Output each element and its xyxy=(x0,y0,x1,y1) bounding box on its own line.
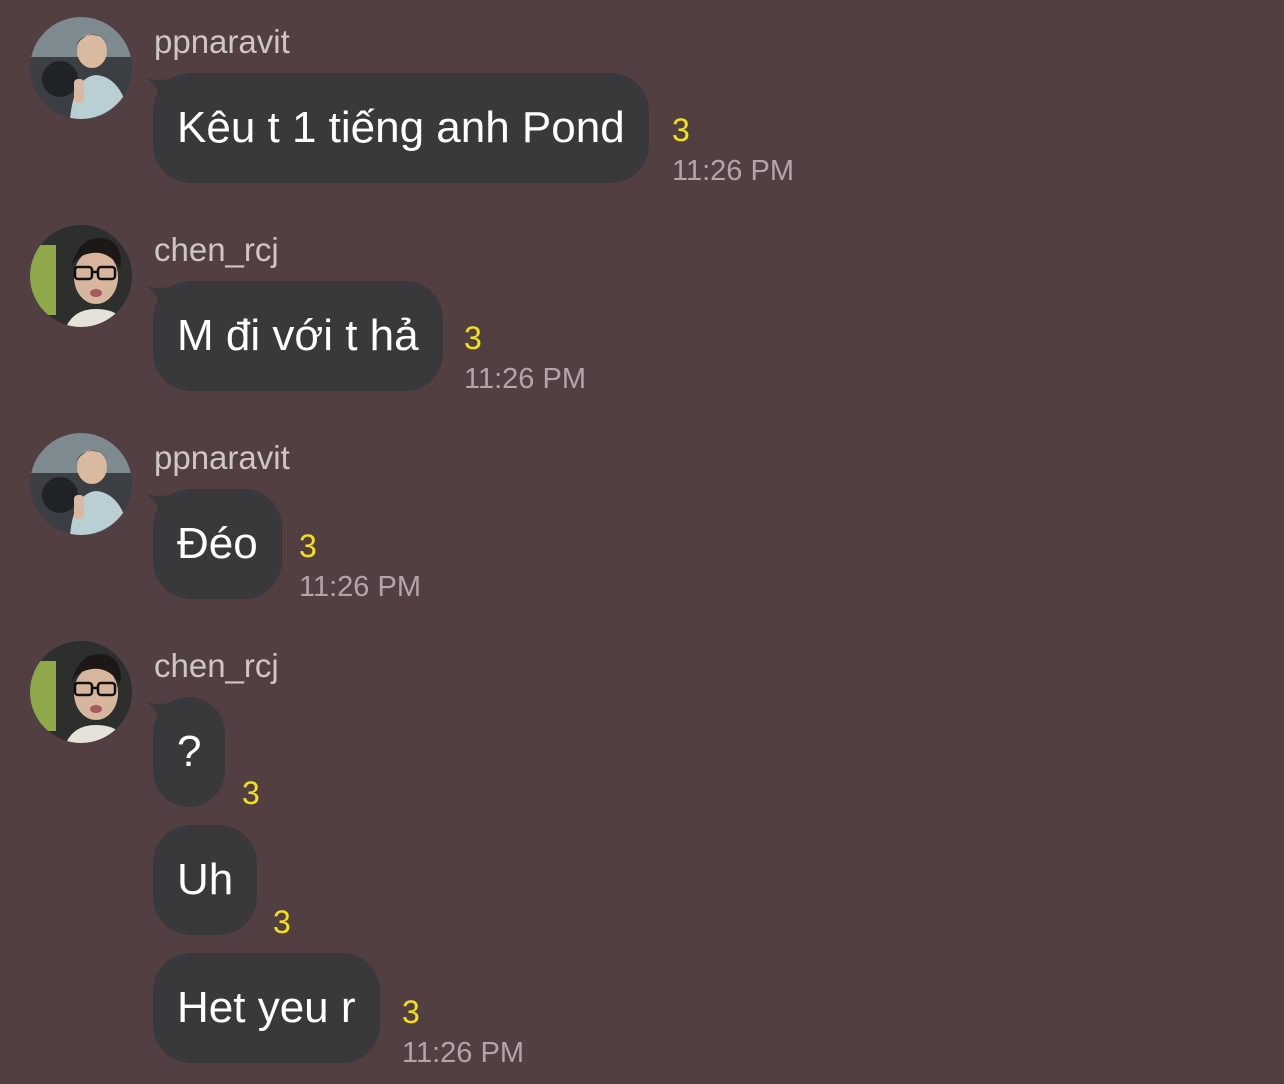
timestamp: 11:26 PM xyxy=(299,571,421,603)
message-bubble[interactable]: M đi với t hả xyxy=(153,281,443,391)
reaction-count: 3 xyxy=(273,904,291,940)
reaction-count: 3 xyxy=(672,112,690,148)
message-text: M đi với t hả xyxy=(177,311,419,360)
message-text: Het yeu r xyxy=(177,983,356,1032)
avatar-chen_rcj[interactable] xyxy=(30,641,132,743)
timestamp: 11:26 PM xyxy=(402,1037,524,1069)
username: chen_rcj xyxy=(154,231,279,268)
user-avatar-icon xyxy=(30,433,132,535)
user-avatar-icon xyxy=(30,641,132,743)
reaction-count: 3 xyxy=(242,775,260,811)
reaction-count: 3 xyxy=(299,528,317,564)
message-bubble[interactable]: Het yeu r xyxy=(153,953,380,1063)
message-bubble[interactable]: Uh xyxy=(153,825,258,935)
message-bubble[interactable]: Kêu t 1 tiếng anh Pond xyxy=(153,73,649,183)
avatar-ppnaravit[interactable] xyxy=(30,433,132,535)
timestamp: 11:26 PM xyxy=(672,155,794,187)
reaction-count: 3 xyxy=(464,320,482,356)
username: ppnaravit xyxy=(154,23,290,60)
reaction-count: 3 xyxy=(402,994,420,1030)
message-bubble[interactable]: ? xyxy=(153,697,226,807)
user-avatar-icon xyxy=(30,225,132,327)
username: ppnaravit xyxy=(154,439,290,476)
user-avatar-icon xyxy=(30,17,132,119)
message-text: Uh xyxy=(177,855,234,904)
avatar-chen_rcj[interactable] xyxy=(30,225,132,327)
message-text: Kêu t 1 tiếng anh Pond xyxy=(177,103,625,152)
timestamp: 11:26 PM xyxy=(464,363,586,395)
message-bubble[interactable]: Đéo xyxy=(153,489,282,599)
chat-thread: ppnaravit Kêu t 1 tiếng anh Pond 3 11:26… xyxy=(0,0,1284,1084)
avatar-ppnaravit[interactable] xyxy=(30,17,132,119)
message-text: ? xyxy=(177,727,202,776)
message-text: Đéo xyxy=(177,519,258,568)
username: chen_rcj xyxy=(154,647,279,684)
